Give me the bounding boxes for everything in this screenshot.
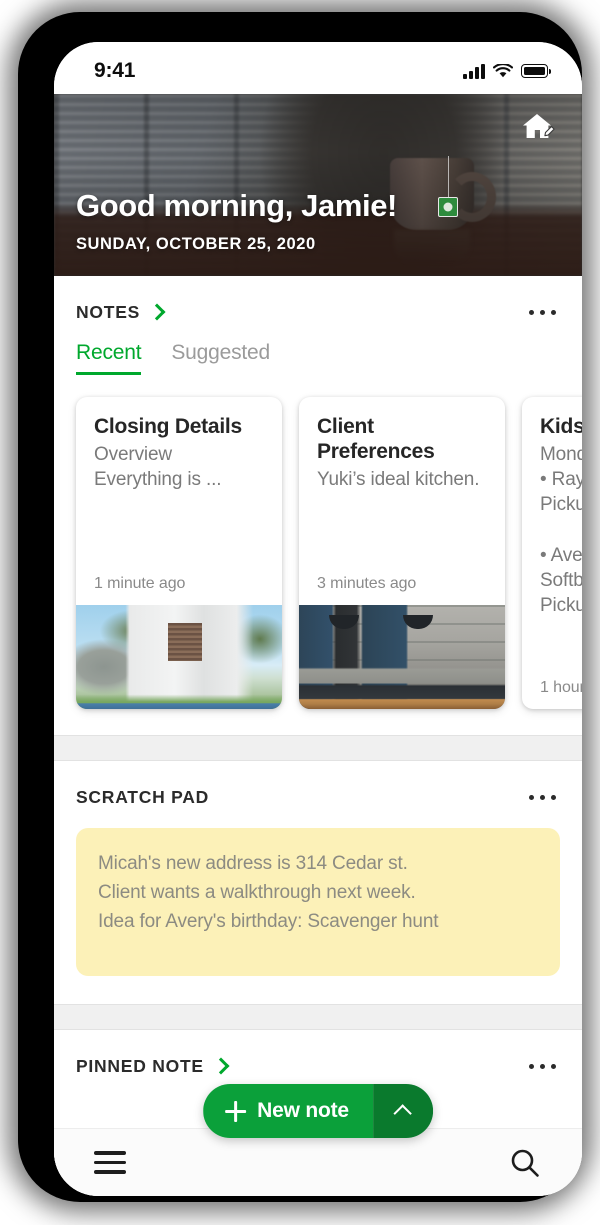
- pinned-note-title: PINNED NOTE: [76, 1056, 204, 1076]
- scratch-pad-line: Idea for Avery's birthday: Scavenger hun…: [98, 910, 439, 932]
- tab-recent[interactable]: Recent: [76, 341, 142, 375]
- pinned-note-title-group[interactable]: PINNED NOTE: [76, 1056, 230, 1077]
- pinned-note-overflow-menu-icon[interactable]: [528, 1058, 556, 1076]
- note-card-thumbnail-kitchen: [299, 605, 505, 709]
- scratch-pad-wrapper: Micah's new address is 314 Cedar st. Cli…: [54, 808, 582, 1004]
- pinned-note-section: PINNED NOTE: [54, 1030, 582, 1077]
- new-note-button[interactable]: New note: [203, 1084, 373, 1138]
- hero-date: SUNDAY, OCTOBER 25, 2020: [76, 235, 316, 253]
- plus-icon: [225, 1100, 247, 1122]
- note-card-body: Closing Details Overview Everything is .…: [76, 397, 282, 575]
- chevron-up-icon: [393, 1104, 413, 1123]
- tab-suggested[interactable]: Suggested: [171, 341, 270, 375]
- phone-screen: 9:41 Good morning, Jamie! SUNDAY, OCTOBE…: [54, 42, 582, 1196]
- chevron-right-icon[interactable]: [148, 303, 166, 321]
- scratch-pad-title-group: SCRATCH PAD: [76, 787, 209, 808]
- status-indicators: [463, 63, 552, 79]
- chevron-right-icon[interactable]: [212, 1057, 230, 1075]
- greeting-title: Good morning, Jamie!: [76, 188, 397, 223]
- note-card-title: Closing Details: [94, 415, 242, 438]
- notes-tabs: Recent Suggested: [54, 323, 582, 375]
- note-card-title: Client Preferences: [317, 415, 435, 463]
- note-card-body: Kids’ Mond • Ray – Pickup • Aver Softba …: [522, 397, 582, 679]
- battery-full-icon: [521, 64, 552, 78]
- note-card-snippet: Overview Everything is ...: [94, 443, 222, 491]
- signal-bars-icon: [463, 63, 485, 79]
- note-card-closing-details[interactable]: Closing Details Overview Everything is .…: [76, 397, 282, 709]
- hamburger-menu-icon[interactable]: [94, 1145, 126, 1179]
- status-bar: 9:41: [54, 42, 582, 94]
- note-card-timestamp: 1 minute ago: [94, 575, 186, 592]
- scratch-pad-title: SCRATCH PAD: [76, 787, 210, 807]
- section-divider-band: [54, 735, 582, 761]
- notes-section-header: NOTES: [54, 276, 582, 323]
- scratch-pad-header: SCRATCH PAD: [54, 761, 582, 808]
- note-card-body: Client Preferences Yuki’s ideal kitchen.: [299, 397, 505, 575]
- note-card-client-preferences[interactable]: Client Preferences Yuki’s ideal kitchen.…: [299, 397, 505, 709]
- scratch-pad-line: Client wants a walkthrough next week.: [98, 881, 416, 903]
- scratch-pad-note[interactable]: Micah's new address is 314 Cedar st. Cli…: [76, 828, 560, 976]
- bottom-navigation-bar: [54, 1128, 582, 1196]
- new-note-label: New note: [257, 1099, 349, 1122]
- note-card-snippet: Mond • Ray – Pickup • Aver Softba Pickup: [540, 443, 582, 617]
- notes-card-carousel[interactable]: Closing Details Overview Everything is .…: [54, 375, 582, 735]
- notes-section: NOTES Recent Suggested Closing Details O…: [54, 276, 582, 735]
- tea-bag-tag: [438, 197, 458, 217]
- hero-text-block: Good morning, Jamie! SUNDAY, OCTOBER 25,…: [76, 188, 397, 254]
- note-card-thumbnail-house: [76, 605, 282, 709]
- note-card-timestamp: 1 hour: [540, 679, 582, 696]
- note-card-kids[interactable]: Kids’ Mond • Ray – Pickup • Aver Softba …: [522, 397, 582, 709]
- search-icon[interactable]: [508, 1146, 542, 1180]
- scratch-pad-section: SCRATCH PAD Micah's new address is 314 C…: [54, 761, 582, 1004]
- scratch-pad-line: Micah's new address is 314 Cedar st.: [98, 853, 408, 874]
- notes-overflow-menu-icon[interactable]: [528, 304, 556, 322]
- tea-bag-string: [447, 156, 449, 198]
- new-note-expand-button[interactable]: [372, 1084, 433, 1138]
- section-divider-band: [54, 1004, 582, 1030]
- scrollable-content[interactable]: Good morning, Jamie! SUNDAY, OCTOBER 25,…: [54, 94, 582, 1196]
- pinned-note-header: PINNED NOTE: [54, 1030, 582, 1077]
- note-card-title: Kids’: [540, 415, 582, 438]
- hero-banner: Good morning, Jamie! SUNDAY, OCTOBER 25,…: [54, 94, 582, 276]
- scratch-pad-overflow-menu-icon[interactable]: [528, 789, 556, 807]
- new-note-fab[interactable]: New note: [203, 1084, 433, 1138]
- notes-title-group[interactable]: NOTES: [76, 302, 166, 323]
- phone-frame: 9:41 Good morning, Jamie! SUNDAY, OCTOBE…: [18, 12, 582, 1202]
- home-edit-icon[interactable]: [520, 110, 556, 144]
- notes-section-title: NOTES: [76, 302, 141, 322]
- wifi-icon: [493, 63, 513, 77]
- note-card-timestamp: 3 minutes ago: [317, 575, 417, 592]
- note-card-snippet: Yuki’s ideal kitchen.: [317, 468, 480, 490]
- status-time: 9:41: [94, 59, 136, 82]
